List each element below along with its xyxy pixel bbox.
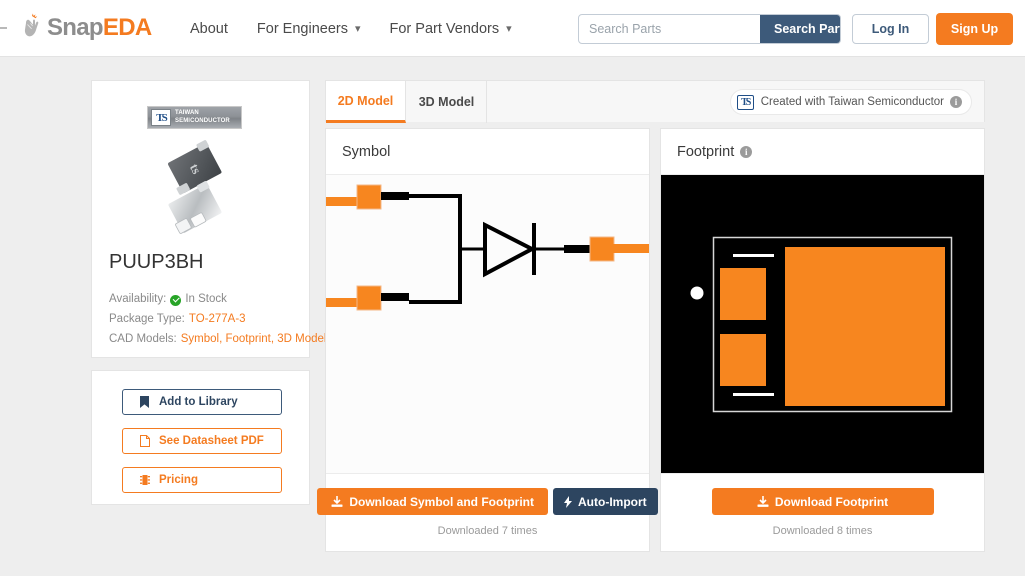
download-icon	[331, 496, 343, 508]
part-actions-card: Add to Library See Datasheet PDF Pricing	[91, 370, 310, 505]
availability-value: In Stock	[185, 293, 227, 305]
download-icon	[757, 496, 769, 508]
snapeda-logo[interactable]: SnapEDA	[20, 11, 151, 45]
part-package-thumbnail: ts	[152, 136, 242, 238]
package-type-link[interactable]: TO-277A-3	[189, 313, 246, 325]
created-with-label: Created with Taiwan Semiconductor	[761, 96, 944, 108]
cad-models-row: CAD Models: Symbol, Footprint, 3D Model	[109, 333, 326, 345]
tab-3d-model[interactable]: 3D Model	[407, 81, 487, 123]
search-parts-button[interactable]: Search Parts	[760, 15, 841, 43]
search-input[interactable]	[579, 15, 760, 43]
search-bar: Search Parts	[578, 14, 841, 44]
availability-label: Availability:	[109, 293, 166, 305]
created-with-badge[interactable]: TS Created with Taiwan Semiconductor i	[730, 89, 972, 115]
nav-item-for-part-vendors[interactable]: For Part Vendors ▾	[390, 21, 512, 37]
symbol-download-count: Downloaded 7 times	[438, 525, 538, 537]
in-stock-check-icon	[170, 295, 181, 306]
footprint-panel-title: Footprint	[677, 144, 734, 160]
package-type-label: Package Type:	[109, 313, 185, 325]
logo-text-snap: Snap	[47, 14, 103, 41]
taiwan-semiconductor-mark-icon: TS	[151, 109, 171, 126]
signup-button[interactable]: Sign Up	[936, 13, 1013, 45]
see-datasheet-pdf-button[interactable]: See Datasheet PDF	[122, 428, 282, 454]
tab-2d-model[interactable]: 2D Model	[326, 81, 406, 123]
cad-models-label: CAD Models:	[109, 333, 177, 345]
pdf-file-icon	[138, 435, 151, 447]
left-edge-dash	[0, 27, 7, 29]
cad-models-links[interactable]: Symbol, Footprint, 3D Model	[181, 333, 327, 345]
login-button[interactable]: Log In	[852, 14, 929, 44]
symbol-schematic	[326, 175, 649, 473]
footprint-viewer[interactable]	[661, 175, 984, 473]
symbol-panel-footer: Download Symbol and Footprint Auto-Impor…	[326, 473, 649, 551]
tab-2d-model-label: 2D Model	[338, 94, 394, 108]
info-icon[interactable]: i	[740, 146, 752, 158]
chevron-down-icon: ▾	[506, 22, 512, 35]
symbol-panel-title: Symbol	[342, 144, 390, 160]
manufacturer-logo-line2: SEMICONDUCTOR	[175, 118, 230, 126]
see-datasheet-pdf-label: See Datasheet PDF	[159, 435, 264, 447]
availability-row: Availability: In Stock	[109, 293, 227, 305]
info-icon[interactable]: i	[950, 96, 962, 108]
pricing-button[interactable]: Pricing	[122, 467, 282, 493]
footprint-panel: Footprint i Downlo	[660, 128, 985, 552]
nav-item-for-part-vendors-label: For Part Vendors	[390, 21, 500, 37]
auto-import-button[interactable]: Auto-Import	[553, 488, 658, 515]
auto-import-label: Auto-Import	[578, 495, 647, 509]
download-footprint-button[interactable]: Download Footprint	[712, 488, 934, 515]
nav-item-about-label: About	[190, 21, 228, 37]
symbol-viewer[interactable]	[326, 175, 649, 473]
footprint-drawing	[661, 175, 984, 473]
package-type-row: Package Type: TO-277A-3	[109, 313, 246, 325]
add-to-library-button[interactable]: Add to Library	[122, 389, 282, 415]
footprint-download-count: Downloaded 8 times	[773, 525, 873, 537]
manufacturer-logo: TS TAIWAN SEMICONDUCTOR	[147, 106, 242, 129]
pricing-label: Pricing	[159, 474, 198, 486]
part-info-card: TS TAIWAN SEMICONDUCTOR ts	[91, 80, 310, 358]
tab-3d-model-label: 3D Model	[419, 95, 475, 109]
download-symbol-and-footprint-label: Download Symbol and Footprint	[349, 495, 534, 509]
model-tab-bar: 2D Model 3D Model TS Created with Taiwan…	[325, 80, 985, 122]
add-to-library-label: Add to Library	[159, 396, 238, 408]
footprint-panel-footer: Download Footprint Downloaded 8 times	[661, 473, 984, 551]
nav-item-about[interactable]: About	[190, 21, 228, 37]
lightning-bolt-icon	[564, 496, 572, 508]
symbol-panel: Symbol	[325, 128, 650, 552]
chevron-down-icon: ▾	[355, 22, 361, 35]
download-symbol-and-footprint-button[interactable]: Download Symbol and Footprint	[317, 488, 548, 515]
symbol-panel-header: Symbol	[326, 129, 649, 175]
bookmark-icon	[138, 396, 151, 408]
download-footprint-label: Download Footprint	[775, 495, 888, 509]
page-title: PUUP3BH	[109, 251, 203, 274]
main-navigation: About For Engineers ▾ For Part Vendors ▾	[190, 0, 541, 57]
manufacturer-logo-line1: TAIWAN	[175, 110, 230, 118]
nav-item-for-engineers[interactable]: For Engineers ▾	[257, 21, 361, 37]
snapeda-hand-logo-icon	[20, 13, 46, 43]
logo-text-eda: EDA	[103, 14, 152, 41]
footprint-panel-header: Footprint i	[661, 129, 984, 175]
site-header: SnapEDA About For Engineers ▾ For Part V…	[0, 0, 1025, 57]
chip-icon	[138, 474, 151, 486]
taiwan-semiconductor-logo-icon: TS	[737, 95, 754, 110]
nav-item-for-engineers-label: For Engineers	[257, 21, 348, 37]
